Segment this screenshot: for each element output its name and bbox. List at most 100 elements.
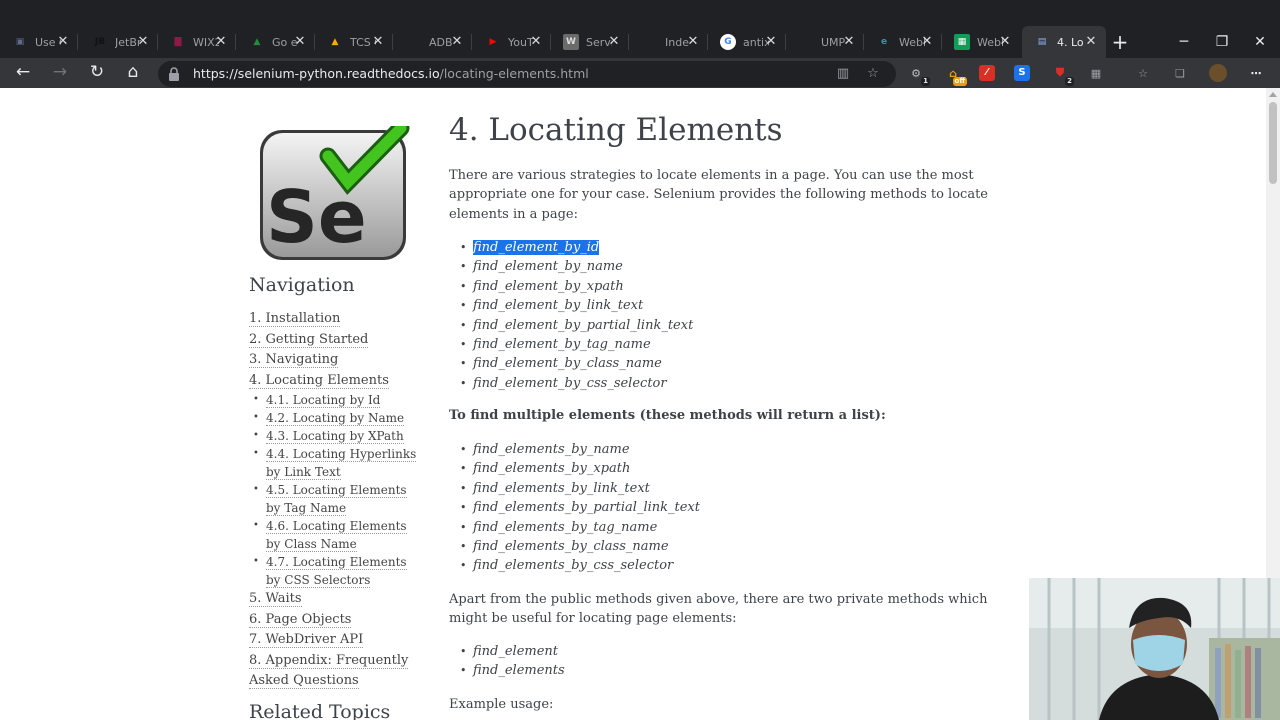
method-name: find_elements_by_xpath — [473, 461, 631, 477]
browser-chrome: ▣Use C✕JBJetBr✕▇WIX2✕▲Go e✕▲TCS C✕⊖ADB✕▶… — [0, 0, 1280, 88]
extension-s-icon[interactable]: S — [1012, 63, 1032, 83]
reload-button[interactable]: ↻ — [82, 58, 112, 88]
tab-close-icon[interactable]: ✕ — [607, 34, 621, 50]
nav-link[interactable]: 4.1. Locating by Id — [266, 393, 381, 408]
url-text: https://selenium-python.readthedocs.io/l… — [193, 66, 589, 81]
method-item: find_element_by_xpath — [449, 277, 849, 297]
new-tab-button[interactable]: + — [1108, 26, 1132, 58]
back-button[interactable]: ← — [8, 58, 38, 88]
tab[interactable]: ▶ YouT ✕ — [473, 26, 551, 58]
favorites-icon[interactable]: ☆ — [1133, 63, 1153, 83]
method-item: find_element_by_id — [449, 238, 849, 258]
tab-separator — [77, 34, 78, 50]
nav-link[interactable]: 4. Locating Elements — [249, 372, 389, 389]
reader-mode-icon[interactable]: ▥ — [834, 65, 852, 83]
tab-close-icon[interactable]: ✕ — [293, 34, 307, 50]
extension-1-icon[interactable]: ⚙ 1 — [906, 63, 930, 86]
multiple-methods-list: find_elements_by_name find_elements_by_xp… — [449, 440, 849, 576]
method-item: find_elements_by_partial_link_text — [449, 498, 849, 518]
method-item: find_element_by_partial_link_text — [449, 316, 849, 336]
minimize-button[interactable]: ─ — [1166, 26, 1202, 58]
address-bar[interactable]: https://selenium-python.readthedocs.io/l… — [158, 61, 896, 87]
method-item: find_elements_by_link_text — [449, 479, 849, 499]
page-title: 4. Locating Elements — [449, 112, 783, 148]
tab[interactable]: ▇ WIX2 ✕ — [158, 26, 236, 58]
apps-grid-icon[interactable]: ▦ — [1086, 63, 1106, 83]
nav-link[interactable]: 4.2. Locating by Name — [266, 411, 405, 426]
method-item: find_elements_by_css_selector — [449, 556, 849, 576]
tab[interactable]: W Servi ✕ — [551, 26, 629, 58]
nav-link[interactable]: 4.3. Locating by XPath — [266, 429, 404, 444]
home-icon[interactable]: ⌂ — [118, 58, 148, 88]
selenium-logo: Se — [260, 126, 410, 260]
nav-subitem: 4.4. Locating Hyperlinks by Link Text — [249, 445, 424, 481]
tab-close-icon[interactable]: ✕ — [214, 34, 228, 50]
method-item: find_element_by_class_name — [449, 354, 849, 374]
tab[interactable]: e Webl ✕ — [864, 26, 942, 58]
google-icon: G — [720, 34, 736, 50]
tab[interactable]: JB JetBr ✕ — [80, 26, 158, 58]
nav-link[interactable]: 2. Getting Started — [249, 331, 369, 348]
method-name: find_elements — [473, 663, 565, 679]
method-name: find_element_by_link_text — [473, 298, 644, 314]
nav-link[interactable]: 5. Waits — [249, 591, 302, 607]
method-name: find_element_by_xpath — [473, 278, 624, 294]
forward-button[interactable]: → — [45, 58, 75, 88]
extension-ublock-icon[interactable]: ⛊ 2 — [1050, 63, 1074, 86]
tab-close-icon[interactable]: ✕ — [450, 34, 464, 50]
nav-link[interactable]: 4.6. Locating Elements by Class Name — [266, 519, 407, 552]
collections-icon[interactable]: ❏ — [1170, 63, 1190, 83]
tab-close-icon[interactable]: ✕ — [764, 34, 778, 50]
tab-close-icon[interactable]: ✕ — [920, 34, 934, 50]
tab-close-icon[interactable]: ✕ — [56, 34, 70, 50]
nav-link[interactable]: 4.4. Locating Hyperlinks by Link Text — [266, 447, 417, 480]
tab[interactable]: ▣Use C✕ — [0, 26, 78, 58]
tab[interactable]: ⊖ ADB ✕ — [394, 26, 472, 58]
method-name: find_elements_by_name — [473, 442, 630, 457]
service-icon: W — [563, 34, 579, 50]
tab-close-icon[interactable]: ✕ — [842, 34, 856, 50]
method-name: find_element_by_tag_name — [473, 336, 651, 352]
tab-strip: ▣Use C✕JBJetBr✕▇WIX2✕▲Go e✕▲TCS C✕⊖ADB✕▶… — [0, 26, 1280, 58]
nav-link[interactable]: 6. Page Objects — [249, 611, 352, 628]
tab[interactable]: ▯ Inde ✕ — [630, 26, 708, 58]
tab[interactable]: ▦ Webl ✕ — [942, 26, 1020, 58]
nav-link[interactable]: 8. Appendix: Frequently Asked Questions — [249, 652, 409, 689]
nav-link[interactable]: 3. Navigating — [249, 352, 339, 368]
tab-close-icon[interactable]: ✕ — [136, 34, 150, 50]
tab-separator — [235, 34, 236, 50]
profile-avatar[interactable] — [1208, 63, 1228, 83]
nav-link[interactable]: 1. Installation — [249, 311, 341, 327]
tab-close-icon[interactable]: ✕ — [686, 34, 700, 50]
extension-honey-badge: off — [952, 77, 967, 86]
scrollbar-thumb[interactable] — [1269, 102, 1277, 184]
nav-link[interactable]: 4.5. Locating Elements by Tag Name — [266, 483, 407, 516]
nav-item: 3. Navigating — [249, 350, 424, 371]
more-menu-icon[interactable]: ⋯ — [1246, 63, 1266, 83]
favorite-star-icon[interactable]: ☆ — [864, 65, 882, 83]
nav-link[interactable]: 7. WebDriver API — [249, 632, 364, 648]
tab-close-icon[interactable]: ✕ — [371, 34, 385, 50]
tab[interactable]: ▯ UMP ✕ — [786, 26, 864, 58]
tab-close-icon[interactable]: ✕ — [998, 34, 1012, 50]
tab[interactable]: ▲TCS C✕ — [315, 26, 393, 58]
method-name: find_element — [473, 644, 559, 659]
method-name: find_elements_by_css_selector — [473, 558, 674, 574]
page-icon: ▯ — [647, 37, 653, 47]
close-window-button[interactable]: ✕ — [1242, 26, 1278, 58]
google-drive-icon: ▲ — [253, 37, 261, 47]
google-drive-icon: ▲ — [331, 37, 339, 47]
tab-close-icon[interactable]: ✕ — [529, 34, 543, 50]
tab-close-icon[interactable]: ✕ — [1084, 34, 1098, 50]
method-name: find_elements_by_link_text — [473, 480, 650, 496]
tab[interactable]: ▲ Go e ✕ — [237, 26, 315, 58]
scroll-up-arrow-icon[interactable] — [1269, 92, 1277, 97]
extension-1-badge: 1 — [921, 77, 930, 86]
tab[interactable]: Gantix ✕ — [708, 26, 786, 58]
restore-button[interactable]: ❐ — [1204, 26, 1240, 58]
extension-honey-icon[interactable]: ⌂ off — [943, 63, 967, 86]
tab[interactable]: ▤ 4. Lo ✕ — [1022, 26, 1106, 58]
extension-pdf-icon[interactable]: ⁄ — [977, 63, 997, 83]
nav-link[interactable]: 4.7. Locating Elements by CSS Selectors — [266, 555, 407, 588]
nav-item: 4. Locating Elements — [249, 371, 424, 392]
